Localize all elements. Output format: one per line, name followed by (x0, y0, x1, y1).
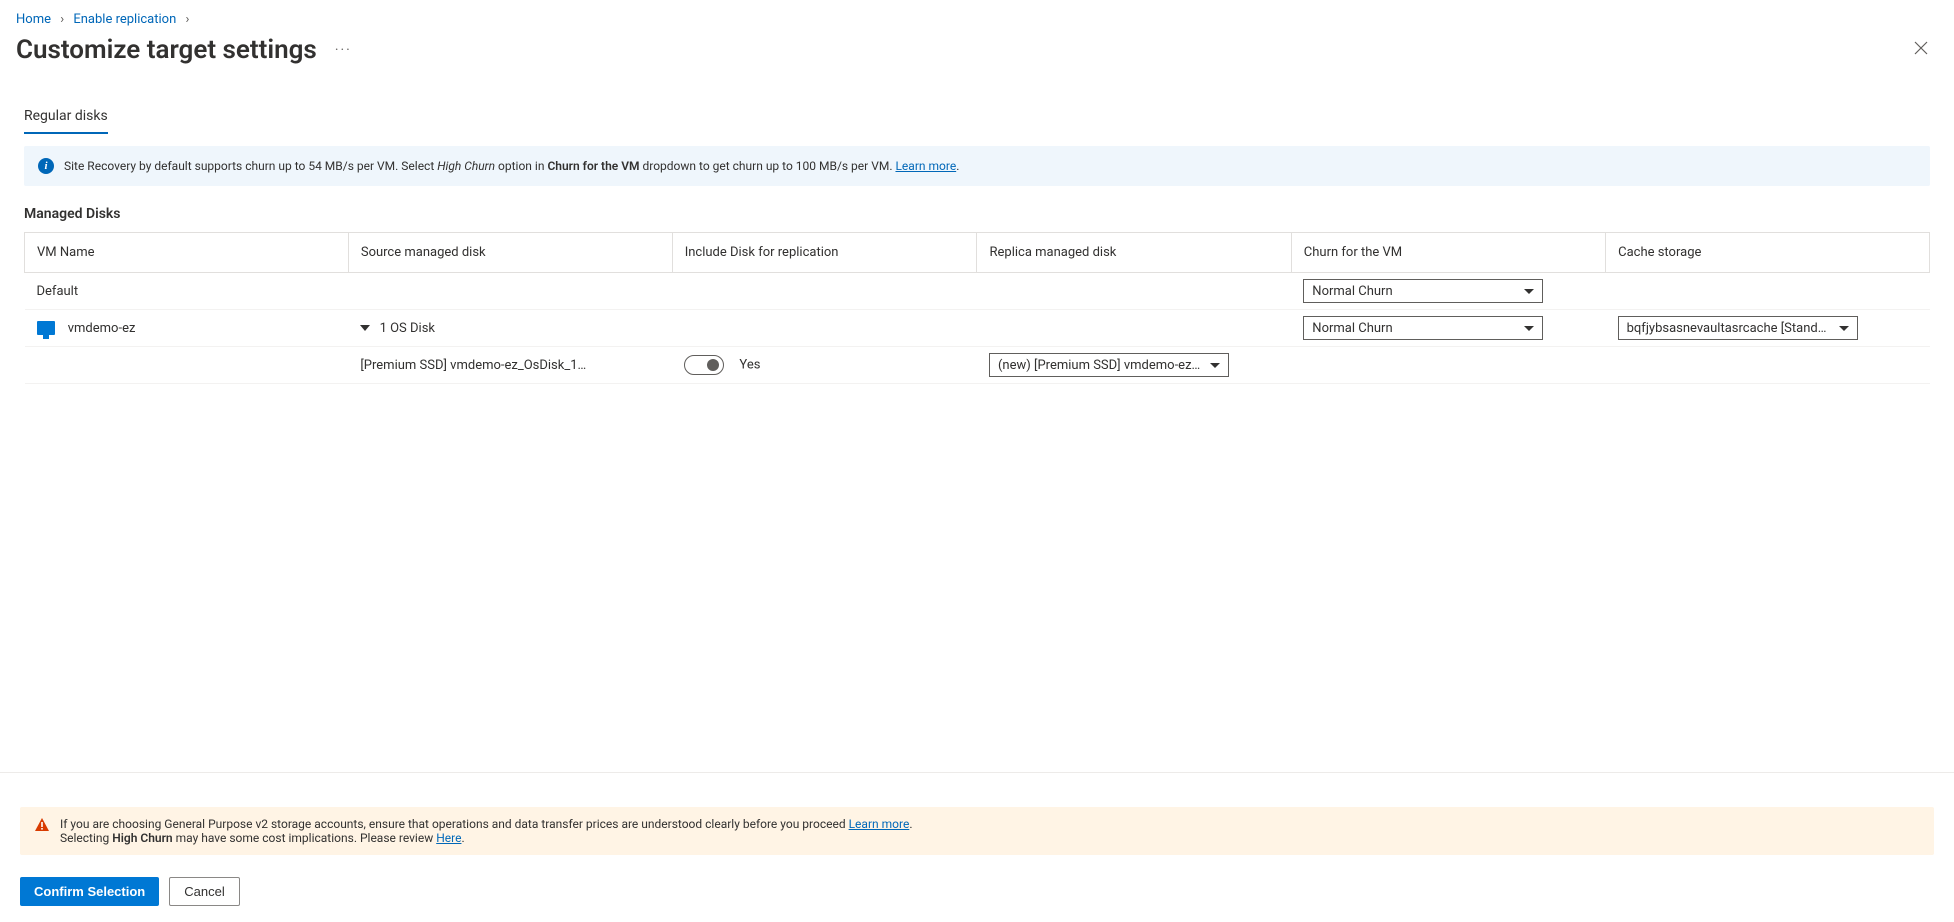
col-replica-disk: Replica managed disk (977, 233, 1291, 273)
banner-text: Site Recovery by default supports churn … (64, 159, 437, 173)
warn-text: If you are choosing General Purpose v2 s… (60, 817, 849, 831)
tab-regular-disks[interactable]: Regular disks (24, 102, 108, 134)
col-cache: Cache storage (1606, 233, 1930, 273)
breadcrumb-home[interactable]: Home (16, 12, 51, 27)
chevron-down-icon (1210, 363, 1220, 368)
chevron-down-icon (1524, 289, 1534, 294)
chevron-down-icon (1524, 326, 1534, 331)
info-banner: i Site Recovery by default supports chur… (24, 146, 1930, 186)
cache-storage-select[interactable]: bqfjybsasnevaultasrcache [Standar… (1618, 316, 1858, 340)
source-disk-name: [Premium SSD] vmdemo-ez_OsDisk_1_… (360, 358, 590, 373)
banner-italic: High Churn (437, 159, 495, 173)
include-disk-label: Yes (739, 357, 760, 372)
banner-text: option in (495, 159, 547, 173)
expand-caret-icon[interactable] (360, 325, 370, 331)
warn-bold: High Churn (112, 831, 172, 845)
more-icon[interactable]: ··· (335, 42, 352, 58)
section-managed-disks: Managed Disks (0, 186, 1954, 232)
table-row-vm: vmdemo-ez 1 OS Disk Normal Churn bqfjybs… (25, 310, 1930, 347)
col-include-disk: Include Disk for replication (672, 233, 977, 273)
breadcrumb: Home › Enable replication › (0, 0, 1954, 33)
chevron-right-icon: › (186, 12, 190, 27)
replica-disk-select[interactable]: (new) [Premium SSD] vmdemo-ez_… (989, 353, 1229, 377)
banner-bold: Churn for the VM (547, 159, 639, 173)
info-icon: i (38, 158, 54, 174)
warning-icon (34, 817, 50, 845)
col-vm-name: VM Name (25, 233, 349, 273)
default-label: Default (25, 273, 349, 310)
close-icon[interactable] (1908, 33, 1934, 66)
table-row-default: Default Normal Churn (25, 273, 1930, 310)
chevron-right-icon: › (60, 12, 64, 27)
include-disk-toggle[interactable] (684, 355, 724, 375)
here-link[interactable]: Here (436, 831, 461, 845)
warn-text: may have some cost implications. Please … (173, 831, 437, 845)
warning-banner: If you are choosing General Purpose v2 s… (20, 807, 1934, 855)
learn-more-link[interactable]: Learn more (849, 817, 910, 831)
col-churn: Churn for the VM (1291, 233, 1605, 273)
learn-more-link[interactable]: Learn more (895, 159, 956, 173)
breadcrumb-enable-replication[interactable]: Enable replication (73, 12, 176, 27)
chevron-down-icon (1839, 326, 1849, 331)
confirm-selection-button[interactable]: Confirm Selection (20, 877, 159, 906)
churn-select-vm[interactable]: Normal Churn (1303, 316, 1543, 340)
page-title: Customize target settings (16, 35, 317, 65)
managed-disks-table: VM Name Source managed disk Include Disk… (24, 232, 1930, 384)
churn-select-default[interactable]: Normal Churn (1303, 279, 1543, 303)
warn-text: Selecting (60, 831, 112, 845)
vm-icon (37, 321, 55, 335)
banner-text: dropdown to get churn up to 100 MB/s per… (640, 159, 896, 173)
cancel-button[interactable]: Cancel (169, 877, 239, 906)
table-row-disk: [Premium SSD] vmdemo-ez_OsDisk_1_… Yes (… (25, 347, 1930, 384)
disk-summary: 1 OS Disk (380, 321, 435, 336)
col-source-disk: Source managed disk (348, 233, 672, 273)
vm-name: vmdemo-ez (68, 321, 136, 336)
